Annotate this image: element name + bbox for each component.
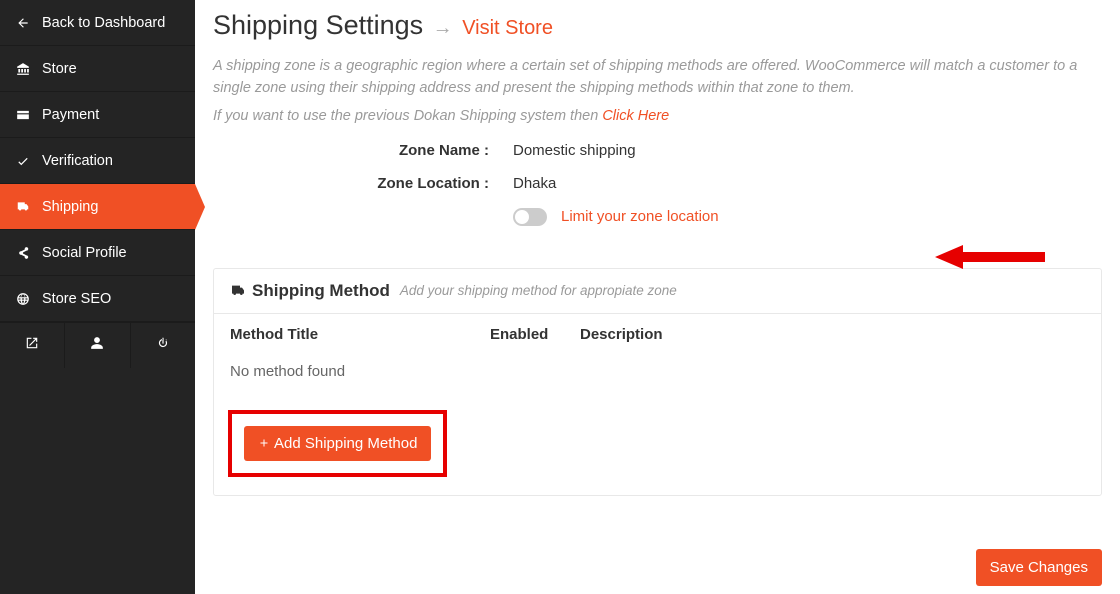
user-button[interactable] xyxy=(65,323,130,368)
sidebar-item-label: Payment xyxy=(42,107,99,123)
limit-zone-toggle[interactable] xyxy=(513,208,547,226)
save-changes-button[interactable]: Save Changes xyxy=(976,549,1102,586)
sidebar-item-shipping[interactable]: Shipping xyxy=(0,184,195,230)
panel-body: Method Title Enabled Description No meth… xyxy=(214,314,1101,495)
description-text-2: If you want to use the previous Dokan Sh… xyxy=(213,108,1102,124)
table-header: Method Title Enabled Description xyxy=(230,326,1085,343)
col-description: Description xyxy=(580,326,1085,343)
add-shipping-method-button[interactable]: Add Shipping Method xyxy=(244,426,431,461)
arrow-right-icon: → xyxy=(433,17,453,39)
bank-icon xyxy=(16,62,42,76)
sidebar-item-store[interactable]: Store xyxy=(0,46,195,92)
check-icon xyxy=(16,154,42,168)
sidebar-item-verification[interactable]: Verification xyxy=(0,138,195,184)
sidebar-item-label: Social Profile xyxy=(42,245,127,261)
power-icon xyxy=(156,336,170,355)
zone-name-row: Zone Name : Domestic shipping xyxy=(213,142,1102,159)
user-icon xyxy=(90,336,104,355)
sidebar-item-payment[interactable]: Payment xyxy=(0,92,195,138)
external-link-button[interactable] xyxy=(0,323,65,368)
click-here-link[interactable]: Click Here xyxy=(602,108,669,124)
sidebar-item-label: Store SEO xyxy=(42,291,111,307)
col-enabled: Enabled xyxy=(490,326,580,343)
limit-zone-label: Limit your zone location xyxy=(561,208,719,225)
power-button[interactable] xyxy=(131,323,195,368)
globe-icon xyxy=(16,292,42,306)
sidebar-footer xyxy=(0,322,195,368)
card-icon xyxy=(16,108,42,122)
panel-subtitle: Add your shipping method for appropiate … xyxy=(400,283,677,298)
description-text: A shipping zone is a geographic region w… xyxy=(213,55,1102,100)
arrow-left-icon xyxy=(16,16,42,30)
zone-name-value: Domestic shipping xyxy=(513,142,636,159)
add-button-label: Add Shipping Method xyxy=(274,435,417,452)
limit-zone-row: Limit your zone location xyxy=(213,208,1102,226)
arrow-annotation-icon xyxy=(935,243,1045,276)
zone-location-value: Dhaka xyxy=(513,175,556,192)
truck-icon xyxy=(230,283,246,299)
sidebar-item-seo[interactable]: Store SEO xyxy=(0,276,195,322)
plus-icon xyxy=(258,437,270,449)
sidebar-item-label: Store xyxy=(42,61,77,77)
desc2-pre: If you want to use the previous Dokan Sh… xyxy=(213,108,602,124)
sidebar-item-label: Verification xyxy=(42,153,113,169)
zone-location-label: Zone Location : xyxy=(213,175,513,192)
shipping-method-panel: Shipping Method Add your shipping method… xyxy=(213,268,1102,496)
title-text: Shipping Settings xyxy=(213,10,423,40)
add-button-highlight: Add Shipping Method xyxy=(228,410,447,477)
toggle-knob xyxy=(515,210,529,224)
visit-store-link[interactable]: Visit Store xyxy=(462,17,553,39)
sidebar-item-social[interactable]: Social Profile xyxy=(0,230,195,276)
panel-title: Shipping Method xyxy=(252,281,390,301)
zone-name-label: Zone Name : xyxy=(213,142,513,159)
sidebar-item-dashboard[interactable]: Back to Dashboard xyxy=(0,0,195,46)
truck-icon xyxy=(16,200,42,214)
zone-location-row: Zone Location : Dhaka xyxy=(213,175,1102,192)
sidebar: Back to Dashboard Store Payment Verifica… xyxy=(0,0,195,594)
col-method-title: Method Title xyxy=(230,326,490,343)
sidebar-item-label: Shipping xyxy=(42,199,98,215)
external-link-icon xyxy=(25,336,39,355)
main-content: Shipping Settings → Visit Store A shippi… xyxy=(195,0,1120,594)
sidebar-item-label: Back to Dashboard xyxy=(42,15,165,31)
empty-state: No method found xyxy=(230,363,1085,380)
share-icon xyxy=(16,246,42,260)
page-title: Shipping Settings → Visit Store xyxy=(213,10,1102,41)
